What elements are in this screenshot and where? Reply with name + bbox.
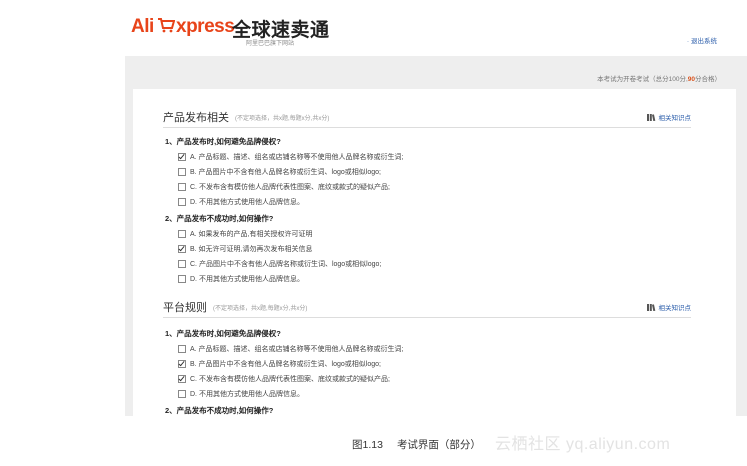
question-title: 1、产品发布时,如何避免品牌侵权?: [165, 329, 281, 338]
answer-option[interactable]: D. 不用其他方式使用他人品牌信息。: [178, 389, 304, 399]
cart-icon: [158, 18, 175, 33]
answer-option[interactable]: A. 如果发布的产品,有相关授权许可证明: [178, 229, 313, 239]
option-label: D. 不用其他方式使用他人品牌信息。: [190, 276, 304, 283]
related-knowledge-label: 相关知识点: [658, 305, 692, 312]
exam-info: 本考试为开卷考试（总分100分,90分合格）: [597, 73, 721, 83]
option-label: D. 不用其他方式使用他人品牌信息。: [190, 199, 304, 206]
related-knowledge-link[interactable]: 相关知识点: [646, 302, 692, 312]
option-checkbox[interactable]: [178, 153, 186, 161]
aliexpress-logo[interactable]: Ali xpress 全球速卖通 阿里巴巴旗下网站: [131, 14, 329, 47]
option-label: B. 产品图片中不含有他人品牌名称或衍生词、logo或相似logo;: [190, 169, 381, 176]
site-header: Ali xpress 全球速卖通 阿里巴巴旗下网站 · 退出系统: [0, 0, 747, 56]
answer-option[interactable]: C. 不发布含有模仿他人品牌代表性图案、底纹或款式的疑似产品;: [178, 374, 390, 384]
books-icon: [646, 114, 655, 121]
section-note: (不定项选择，共x题,每题x分,共x分): [235, 116, 330, 122]
option-label: C. 产品图片中不含有他人品牌名称或衍生词、logo或相似logo;: [190, 261, 382, 268]
option-label: A. 如果发布的产品,有相关授权许可证明: [190, 231, 313, 238]
section-title: 产品发布相关: [163, 112, 229, 124]
answer-option[interactable]: A. 产品标题、描述、组名或店铺名称等不使用他人品牌名称或衍生词;: [178, 344, 404, 354]
question-title: 1、产品发布时,如何避免品牌侵权?: [165, 137, 281, 146]
figure-caption: 图1.13 考试界面（部分）: [352, 437, 481, 452]
answer-option[interactable]: B. 如无许可证明,请勿再次发布相关信息: [178, 244, 313, 254]
section-header: 产品发布相关 (不定项选择，共x题,每题x分,共x分) 相关知识点: [163, 107, 691, 128]
option-checkbox[interactable]: [178, 198, 186, 206]
exam-panel: 本考试为开卷考试（总分100分,90分合格） 产品发布相关 (不定项选择，共x题…: [125, 56, 747, 416]
exam-info-suffix: 分合格）: [695, 76, 721, 83]
figure-number: 图1.13: [352, 439, 383, 451]
answer-option[interactable]: D. 不用其他方式使用他人品牌信息。: [178, 197, 304, 207]
watermark: 云栖社区 yq.aliyun.com: [495, 436, 671, 453]
question-title: 2、产品发布不成功时,如何操作?: [165, 406, 274, 415]
option-checkbox[interactable]: [178, 275, 186, 283]
answer-option[interactable]: D. 不用其他方式使用他人品牌信息。: [178, 274, 304, 284]
option-label: B. 产品图片中不含有他人品牌名称或衍生词、logo或相似logo;: [190, 361, 381, 368]
logout-label: 退出系统: [691, 38, 717, 45]
question-title: 2、产品发布不成功时,如何操作?: [165, 214, 274, 223]
section-title: 平台规则: [163, 302, 207, 314]
logo-xpress-text: xpress: [176, 16, 235, 37]
option-checkbox[interactable]: [178, 230, 186, 238]
option-label: C. 不发布含有模仿他人品牌代表性图案、底纹或款式的疑似产品;: [190, 184, 390, 191]
option-label: B. 如无许可证明,请勿再次发布相关信息: [190, 246, 313, 253]
option-checkbox[interactable]: [178, 168, 186, 176]
option-checkbox[interactable]: [178, 245, 186, 253]
answer-option[interactable]: C. 不发布含有模仿他人品牌代表性图案、底纹或款式的疑似产品;: [178, 182, 390, 192]
section-note: (不定项选择，共x题,每题x分,共x分): [213, 306, 308, 312]
answer-option[interactable]: B. 产品图片中不含有他人品牌名称或衍生词、logo或相似logo;: [178, 359, 381, 369]
option-checkbox[interactable]: [178, 360, 186, 368]
option-label: D. 不用其他方式使用他人品牌信息。: [190, 391, 304, 398]
answer-option[interactable]: B. 产品图片中不含有他人品牌名称或衍生词、logo或相似logo;: [178, 167, 381, 177]
option-label: A. 产品标题、描述、组名或店铺名称等不使用他人品牌名称或衍生词;: [190, 346, 404, 353]
logo-ali-text: Ali: [131, 16, 154, 37]
bullet-icon: ·: [687, 39, 689, 45]
option-checkbox[interactable]: [178, 390, 186, 398]
passing-score: 90: [687, 76, 695, 83]
figure-caption-text: 考试界面（部分）: [396, 439, 481, 451]
logo-subtitle: 阿里巴巴旗下网站: [246, 41, 295, 47]
books-icon: [646, 304, 655, 311]
option-checkbox[interactable]: [178, 375, 186, 383]
option-label: C. 不发布含有模仿他人品牌代表性图案、底纹或款式的疑似产品;: [190, 376, 390, 383]
option-checkbox[interactable]: [178, 260, 186, 268]
option-checkbox[interactable]: [178, 345, 186, 353]
option-label: A. 产品标题、描述、组名或店铺名称等不使用他人品牌名称或衍生词;: [190, 154, 404, 161]
related-knowledge-label: 相关知识点: [658, 115, 692, 122]
answer-option[interactable]: A. 产品标题、描述、组名或店铺名称等不使用他人品牌名称或衍生词;: [178, 152, 404, 162]
related-knowledge-link[interactable]: 相关知识点: [646, 112, 692, 122]
logout-link[interactable]: · 退出系统: [687, 35, 717, 45]
exam-info-prefix: 本考试为开卷考试（总分100分,: [597, 76, 688, 83]
section-header: 平台规则 (不定项选择，共x题,每题x分,共x分) 相关知识点: [163, 297, 691, 318]
answer-option[interactable]: C. 产品图片中不含有他人品牌名称或衍生词、logo或相似logo;: [178, 259, 381, 269]
exam-content: 产品发布相关 (不定项选择，共x题,每题x分,共x分) 相关知识点 1、产品发布…: [133, 89, 736, 416]
option-checkbox[interactable]: [178, 183, 186, 191]
